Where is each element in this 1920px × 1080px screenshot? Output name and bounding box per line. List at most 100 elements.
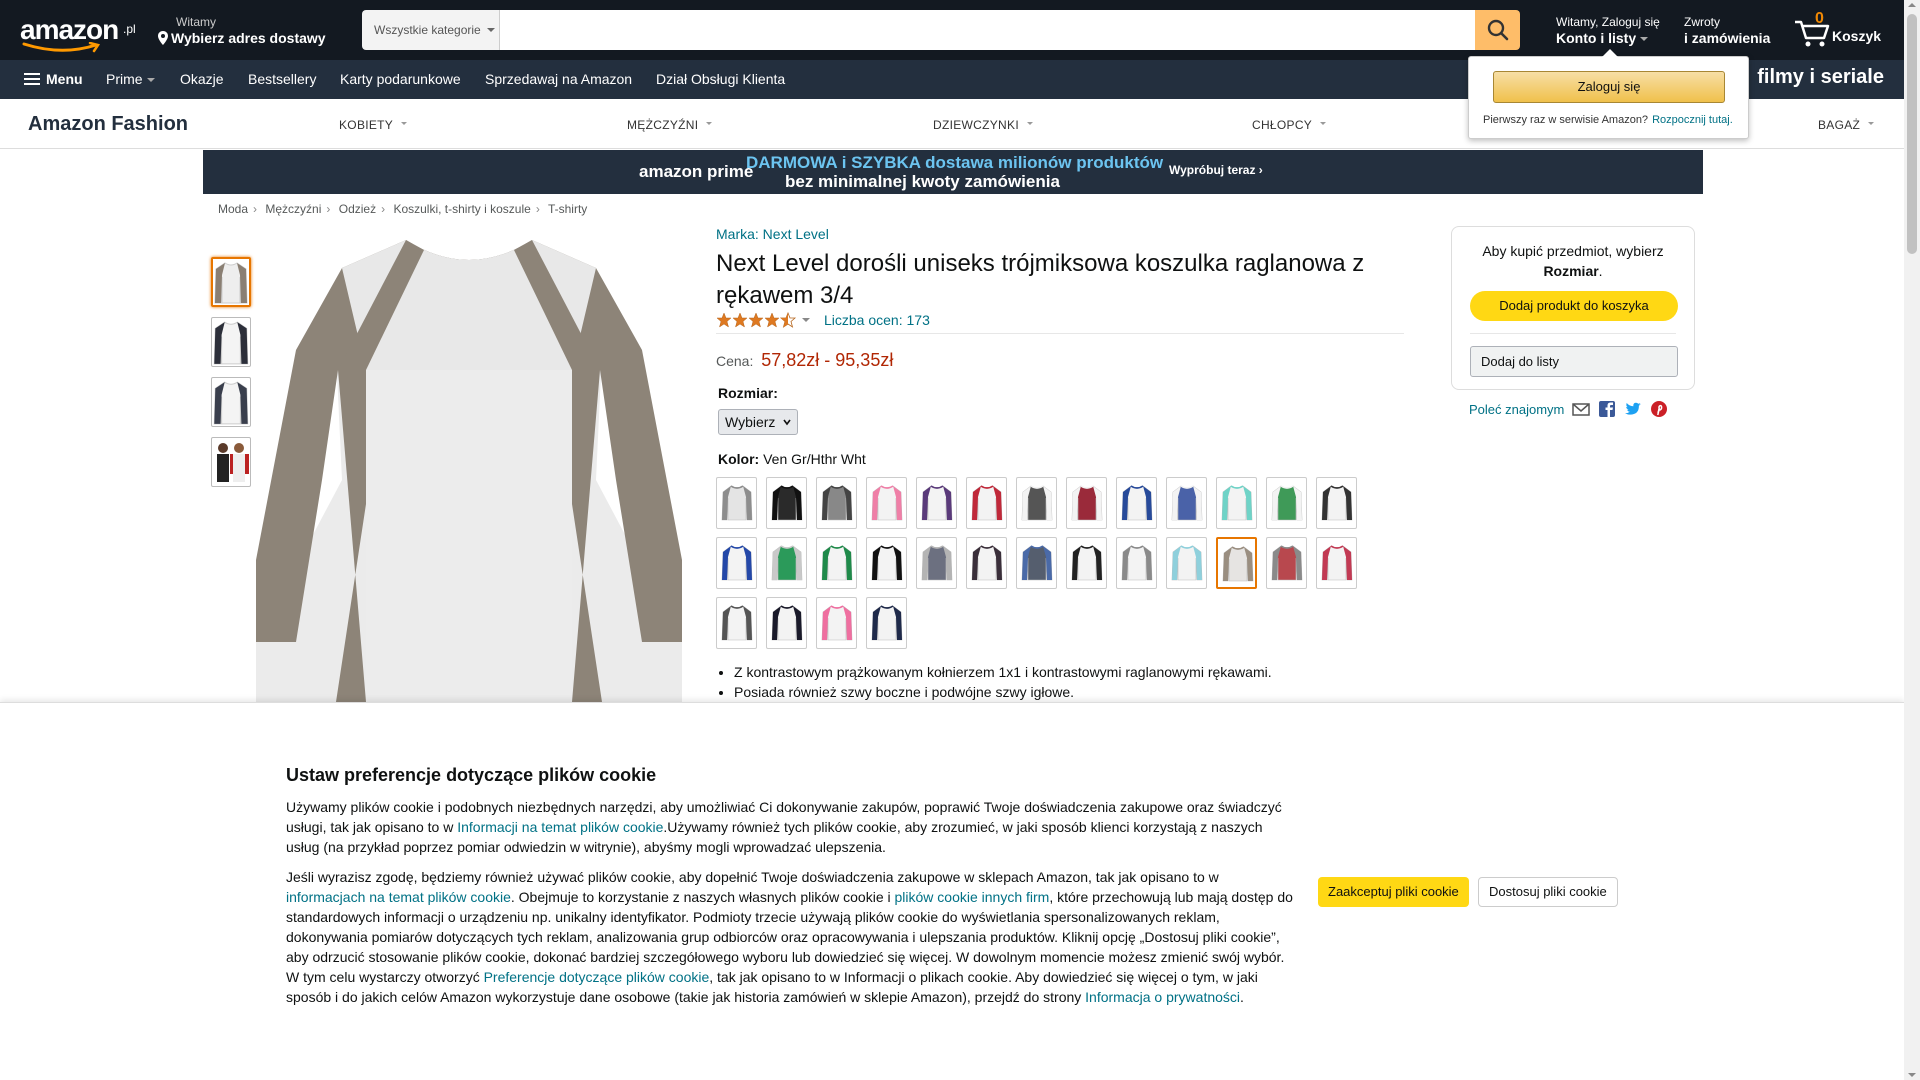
fashion-cat-boys[interactable]: CHŁOPCY: [1252, 118, 1327, 132]
color-swatch[interactable]: [866, 597, 907, 649]
accept-cookies-button[interactable]: Zaakceptuj pliki cookie: [1318, 877, 1469, 907]
shirt-image: [213, 321, 249, 365]
prime-try-now[interactable]: Wypróbuj teraz ›: [1169, 163, 1263, 177]
menu-button[interactable]: Menu: [24, 71, 83, 87]
breadcrumb-item[interactable]: Koszulki, t-shirty i koszule: [393, 202, 530, 216]
fashion-cat-women[interactable]: KOBIETY: [339, 118, 408, 132]
color-swatch[interactable]: [1166, 477, 1207, 529]
color-swatch[interactable]: [1066, 477, 1107, 529]
color-swatch[interactable]: [1016, 537, 1057, 589]
scroll-down-arrow-icon[interactable]: [1908, 1073, 1916, 1077]
color-swatch[interactable]: [1216, 477, 1257, 529]
shirt-swatch-image: [1321, 485, 1353, 521]
fashion-cat-luggage[interactable]: BAGAŻ: [1818, 118, 1875, 132]
subnav-item-prime[interactable]: Prime: [106, 71, 155, 87]
top-nav: amazon .pl Witamy Wybierz adres dostawy …: [0, 0, 1904, 60]
cookie-info-link[interactable]: informacjach na temat plików cookie: [286, 889, 511, 905]
fashion-cat-men[interactable]: MĘŻCZYŹNI: [627, 118, 713, 132]
cart-button[interactable]: 0 Koszyk: [1792, 10, 1888, 50]
color-swatch[interactable]: [716, 477, 757, 529]
scrollbar-thumb[interactable]: [1907, 14, 1917, 254]
caret-down-icon: [1640, 37, 1649, 45]
product-thumbnail[interactable]: [211, 377, 251, 427]
subnav-item-bestsellers[interactable]: Bestsellery: [248, 71, 316, 87]
color-swatch[interactable]: [1116, 477, 1157, 529]
color-swatch[interactable]: [766, 477, 807, 529]
size-dropdown[interactable]: Wybierz: [718, 409, 798, 435]
color-swatch[interactable]: [1216, 537, 1257, 589]
scroll-up-arrow-icon[interactable]: [1908, 3, 1916, 7]
shirt-swatch-image: [1171, 485, 1203, 521]
feature-bullet: Z kontrastowym prążkowanym kołnierzem 1x…: [734, 662, 1272, 682]
color-swatch[interactable]: [1016, 477, 1057, 529]
color-swatch[interactable]: [1266, 537, 1307, 589]
customize-cookies-button[interactable]: Dostosuj pliki cookie: [1478, 877, 1618, 907]
color-swatch[interactable]: [866, 477, 907, 529]
color-swatch[interactable]: [716, 537, 757, 589]
color-swatch[interactable]: [1166, 537, 1207, 589]
breadcrumb-item[interactable]: T-shirty: [548, 202, 587, 216]
breadcrumb-item[interactable]: Mężczyźni: [265, 202, 321, 216]
privacy-notice-link[interactable]: Informacja o prywatności: [1085, 989, 1240, 1005]
facebook-icon[interactable]: [1598, 400, 1616, 418]
search-button[interactable]: [1475, 10, 1520, 50]
search-category-select[interactable]: Wszystkie kategorie: [362, 10, 500, 50]
shirt-swatch-image: [1021, 545, 1053, 581]
color-swatch[interactable]: [816, 477, 857, 529]
prime-banner[interactable]: amazon prime DARMOWA i SZYBKA dostawa mi…: [203, 150, 1703, 194]
color-swatch[interactable]: [1316, 537, 1357, 589]
color-swatch[interactable]: [1066, 537, 1107, 589]
subnav-item-deals[interactable]: Okazje: [180, 71, 224, 87]
color-swatch[interactable]: [716, 597, 757, 649]
signin-button[interactable]: Zaloguj się: [1493, 71, 1725, 103]
share-row: Poleć znajomym: [1469, 400, 1668, 418]
share-link[interactable]: Poleć znajomym: [1469, 402, 1564, 417]
color-swatch[interactable]: [916, 537, 957, 589]
star-rating-icon[interactable]: [716, 311, 798, 328]
color-swatch[interactable]: [816, 597, 857, 649]
rating-count-link[interactable]: Liczba ocen: 173: [824, 312, 930, 328]
returns-orders[interactable]: Zwroty i zamówienia: [1684, 14, 1770, 46]
color-swatch[interactable]: [966, 477, 1007, 529]
subnav-item-gift-cards[interactable]: Karty podarunkowe: [340, 71, 461, 87]
pinterest-icon[interactable]: [1650, 400, 1668, 418]
chevron-down-icon[interactable]: [802, 317, 810, 326]
breadcrumb-item[interactable]: Odzież: [339, 202, 376, 216]
shirt-swatch-image: [1121, 545, 1153, 581]
subnav-item-customer-service[interactable]: Dział Obsługi Klienta: [656, 71, 785, 87]
add-to-cart-button[interactable]: Dodaj produkt do koszyka: [1470, 291, 1678, 321]
add-to-list-button[interactable]: Dodaj do listy: [1470, 346, 1678, 377]
product-thumbnail[interactable]: [211, 317, 251, 367]
color-swatch[interactable]: [866, 537, 907, 589]
color-swatch[interactable]: [766, 537, 807, 589]
cookie-info-link[interactable]: Informacji na temat plików cookie: [457, 819, 663, 835]
search-input[interactable]: [500, 10, 1475, 50]
color-swatch[interactable]: [1266, 477, 1307, 529]
product-thumbnail[interactable]: [211, 257, 251, 307]
deliver-to[interactable]: Witamy Wybierz adres dostawy: [158, 14, 326, 46]
page-scrollbar[interactable]: [1904, 0, 1920, 1080]
color-swatch[interactable]: [766, 597, 807, 649]
third-party-cookies-link[interactable]: plików cookie innych firm: [895, 889, 1050, 905]
fashion-cat-girls[interactable]: DZIEWCZYNKI: [933, 118, 1033, 132]
product-main-image[interactable]: [256, 240, 682, 702]
color-swatch[interactable]: [916, 477, 957, 529]
start-here-link[interactable]: Rozpocznij tutaj.: [1652, 114, 1733, 126]
amazon-logo[interactable]: amazon .pl: [20, 14, 136, 53]
brand-link[interactable]: Marka: Next Level: [716, 226, 829, 242]
account-menu[interactable]: Witamy, Zaloguj się Konto i listy: [1556, 14, 1660, 46]
color-swatch[interactable]: [816, 537, 857, 589]
color-swatch[interactable]: [1316, 477, 1357, 529]
cookie-paragraph: Jeśli wyrazisz zgodę, będziemy również u…: [286, 867, 1296, 1007]
twitter-icon[interactable]: [1624, 400, 1642, 418]
email-icon[interactable]: [1572, 400, 1591, 418]
product-title: Next Level dorośli uniseks trójmiksowa k…: [716, 250, 1365, 309]
fashion-logo[interactable]: Amazon Fashion: [28, 113, 188, 136]
subnav-item-sell[interactable]: Sprzedawaj na Amazon: [485, 71, 632, 87]
breadcrumb-item[interactable]: Moda: [218, 202, 248, 216]
color-swatch[interactable]: [966, 537, 1007, 589]
promo-movies-series[interactable]: filmy i seriale: [1757, 66, 1884, 89]
cookie-preferences-link[interactable]: Preferencje dotyczące plików cookie: [484, 969, 710, 985]
product-thumbnail[interactable]: [211, 437, 251, 487]
color-swatch[interactable]: [1116, 537, 1157, 589]
